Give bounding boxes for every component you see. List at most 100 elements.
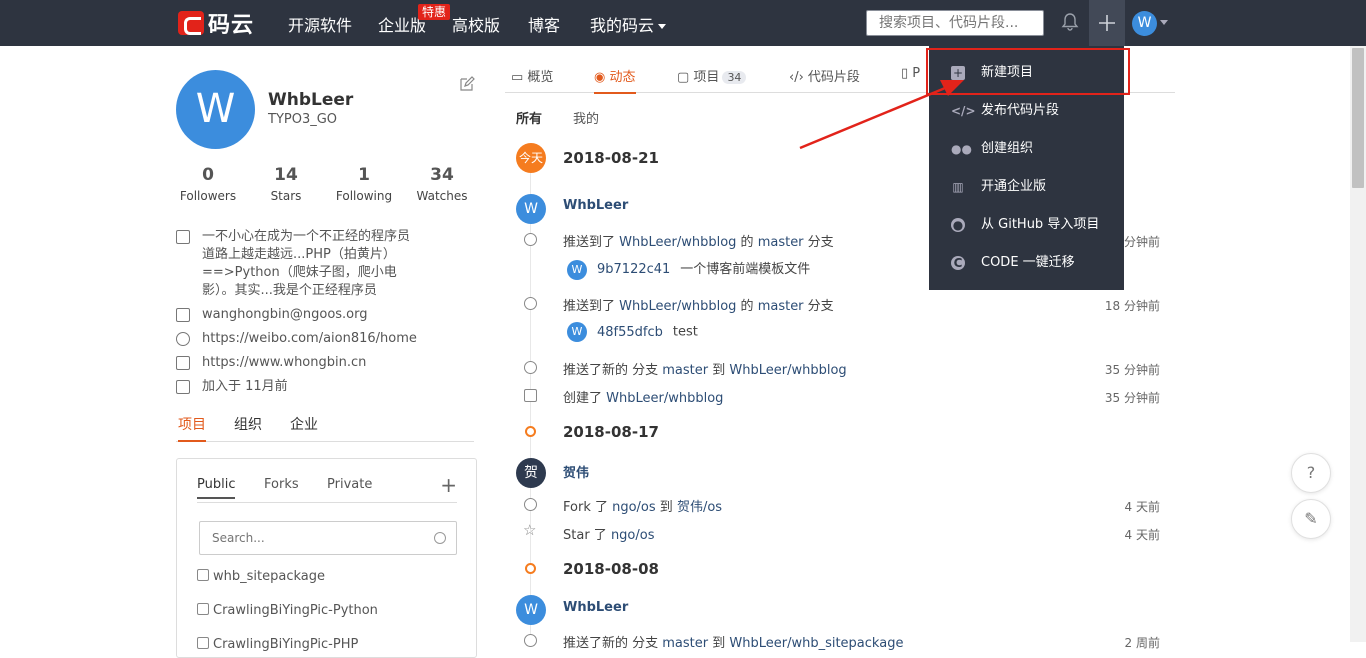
project-item[interactable]: CrawlingBiYingPic-PHP: [197, 637, 358, 652]
bio-line: ==>Python（爬妹子图，爬小电: [202, 265, 397, 280]
tab-more[interactable]: ▯ P: [901, 66, 920, 81]
push-icon: [524, 361, 537, 374]
repo-link[interactable]: WhbLeer/whbblog: [606, 391, 723, 406]
bell-icon[interactable]: [1060, 12, 1080, 32]
menu-item-new-snippet[interactable]: </> 发布代码片段: [929, 92, 1124, 130]
filter-all[interactable]: 所有: [516, 108, 542, 127]
repo-link[interactable]: WhbLeer/whb_sitepackage: [729, 636, 903, 651]
avatar[interactable]: 贺: [516, 458, 546, 488]
site-logo[interactable]: 码云: [178, 10, 254, 38]
tab-projects-main[interactable]: ▢ 项目 34: [677, 66, 747, 85]
event-text: Star 了: [563, 528, 611, 543]
stat-watches[interactable]: 34 Watches: [402, 165, 482, 203]
profile-tabs: 项目 组织 企业: [176, 414, 474, 442]
stat-stars[interactable]: 14 Stars: [246, 165, 326, 203]
commit-row: W 9b7122c41 一个博客前端模板文件: [567, 258, 810, 280]
tab-enterprises[interactable]: 企业: [290, 414, 318, 434]
event-text: 分支: [803, 235, 834, 250]
project-name: CrawlingBiYingPic-PHP: [213, 637, 359, 652]
date-dot: [525, 563, 536, 574]
chevron-down-icon: [658, 24, 667, 29]
help-button[interactable]: ?: [1291, 453, 1331, 493]
menu-item-code-migrate[interactable]: C CODE 一键迁移: [929, 244, 1124, 282]
activity-user[interactable]: 贺伟: [563, 462, 589, 481]
tab-label: 动态: [609, 70, 636, 85]
tab-public[interactable]: Public: [197, 477, 236, 499]
commit-sha-link[interactable]: 9b7122c41: [597, 262, 670, 277]
event-text: 创建了: [563, 391, 607, 406]
repo-link[interactable]: 贺伟/os: [677, 500, 722, 515]
avatar[interactable]: W: [516, 194, 546, 224]
weibo-icon: [176, 332, 190, 346]
avatar[interactable]: W: [516, 595, 546, 625]
add-project-icon[interactable]: +: [440, 473, 457, 497]
feedback-button[interactable]: ✎: [1291, 499, 1331, 539]
tab-label: P: [912, 66, 921, 81]
repo-link[interactable]: ngo/os: [612, 500, 656, 515]
activity-user[interactable]: WhbLeer: [563, 198, 628, 213]
user-avatar-menu[interactable]: W: [1132, 11, 1157, 36]
mail-icon: [176, 308, 190, 322]
activity-event: Fork 了 ngo/os 到 贺伟/os: [563, 496, 722, 515]
repo-link[interactable]: WhbLeer/whbblog: [619, 235, 736, 250]
push-icon: [524, 233, 537, 246]
weibo-link[interactable]: https://weibo.com/aion816/home: [202, 330, 417, 348]
scrollbar-thumb[interactable]: [1352, 48, 1364, 188]
profile-weibo: https://weibo.com/aion816/home: [176, 330, 417, 348]
event-text: 分支: [803, 299, 834, 314]
search-input[interactable]: [866, 10, 1044, 36]
tab-snippets[interactable]: ‹/› 代码片段: [789, 66, 860, 85]
create-new-button[interactable]: [1089, 0, 1125, 46]
repo-link[interactable]: WhbLeer/whbblog: [729, 363, 846, 378]
email-link[interactable]: wanghongbin@ngoos.org: [202, 306, 368, 324]
chevron-down-icon[interactable]: [1160, 20, 1168, 25]
event-text: 到: [708, 363, 730, 378]
filter-mine[interactable]: 我的: [573, 108, 599, 127]
event-text: 推送到了: [563, 235, 620, 250]
nav-my-gitee[interactable]: 我的码云: [590, 12, 667, 36]
nav-blog[interactable]: 博客: [528, 12, 560, 36]
tab-forks[interactable]: Forks: [264, 477, 299, 492]
project-search-input[interactable]: [199, 521, 457, 555]
tab-activity[interactable]: ◉ 动态: [594, 66, 636, 94]
profile-username: TYPO3_GO: [268, 112, 338, 127]
repo-link[interactable]: WhbLeer/whbblog: [619, 299, 736, 314]
menu-item-label: 开通企业版: [981, 179, 1047, 194]
calendar-icon: [176, 380, 190, 394]
profile-name: WhbLeer: [268, 90, 354, 110]
branch-link[interactable]: master: [758, 299, 804, 314]
repo-link[interactable]: ngo/os: [611, 528, 655, 543]
project-item[interactable]: whb_sitepackage: [197, 569, 325, 584]
stat-value: 14: [274, 165, 298, 185]
branch-link[interactable]: master: [662, 363, 708, 378]
activity-event: 推送到了 WhbLeer/whbblog 的 master 分支: [563, 231, 834, 250]
menu-item-new-org[interactable]: ●● 创建组织: [929, 130, 1124, 168]
tab-overview[interactable]: ▭ 概览: [511, 66, 553, 85]
commit-sha-link[interactable]: 48f55dfcb: [597, 325, 663, 340]
branch-link[interactable]: master: [758, 235, 804, 250]
stat-label: Watches: [416, 189, 468, 203]
nav-open-source[interactable]: 开源软件: [288, 12, 352, 36]
nav-my-gitee-label: 我的码云: [590, 16, 655, 35]
code-icon: [197, 603, 209, 615]
push-icon: [524, 634, 537, 647]
commit-message: 一个博客前端模板文件: [680, 262, 811, 277]
edit-icon[interactable]: [459, 76, 475, 92]
avatar: W: [567, 322, 587, 342]
branch-link[interactable]: master: [662, 636, 708, 651]
star-icon: ☆: [523, 521, 537, 539]
menu-item-github-import[interactable]: ● 从 GitHub 导入项目: [929, 206, 1124, 244]
stat-following[interactable]: 1 Following: [324, 165, 404, 203]
menu-item-label: 发布代码片段: [981, 103, 1060, 118]
activity-event: Star 了 ngo/os: [563, 524, 655, 543]
activity-user[interactable]: WhbLeer: [563, 600, 628, 615]
tab-private[interactable]: Private: [327, 477, 372, 492]
tab-projects[interactable]: 项目: [178, 414, 206, 442]
menu-item-enterprise[interactable]: ▥ 开通企业版: [929, 168, 1124, 206]
website-link[interactable]: https://www.whongbin.cn: [202, 354, 366, 372]
building-icon: ▥: [952, 180, 964, 194]
tab-organizations[interactable]: 组织: [234, 414, 262, 434]
stat-followers[interactable]: 0 Followers: [168, 165, 248, 203]
project-item[interactable]: CrawlingBiYingPic-Python: [197, 603, 378, 618]
nav-university[interactable]: 高校版: [452, 12, 500, 36]
